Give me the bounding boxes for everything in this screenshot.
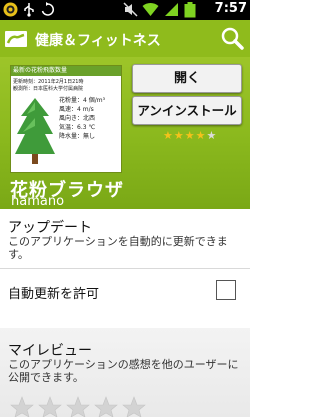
app-detail-panel: 最新の花粉飛散数量 更新時刻：2011年2月1日21時 観測所：日本医科大学付属… — [0, 57, 250, 209]
update-section-title: アップデート — [8, 220, 92, 236]
review-star-rating[interactable] — [10, 396, 150, 417]
screenshot-header: 最新の花粉飛散数量 — [11, 66, 121, 76]
update-section-description: このアプリケーションを自動的に更新できます。 — [8, 235, 228, 261]
stat-wind-direction: 風向き：北西 — [59, 115, 96, 122]
app-screenshot[interactable]: 最新の花粉飛散数量 更新時刻：2011年2月1日21時 観測所：日本医科大学付属… — [10, 65, 122, 173]
auto-update-label[interactable]: 自動更新を許可 — [8, 283, 99, 302]
review-star-icon — [10, 396, 34, 417]
app-header: 健康＆フィットネス — [0, 20, 250, 57]
review-star-icon — [122, 396, 146, 417]
stat-temperature: 気温：6.3 ℃ — [59, 124, 96, 131]
uninstall-button[interactable]: アンインストール — [132, 96, 242, 125]
clock-time: 7:57 — [214, 1, 247, 16]
auto-update-checkbox[interactable] — [216, 280, 236, 300]
stat-pollen: 花粉量：4 個/m³ — [59, 97, 105, 104]
review-star-icon — [66, 396, 90, 417]
stat-wind-speed: 風速：4 m/s — [59, 106, 94, 113]
review-star-icon — [94, 396, 118, 417]
star-icon: ★ — [184, 129, 196, 142]
signal-icon — [165, 3, 178, 16]
fitness-category-icon — [5, 31, 27, 47]
star-icon: ★ — [173, 129, 185, 142]
battery-icon — [184, 2, 196, 18]
stat-precipitation: 降水量：無し — [59, 133, 96, 140]
category-title: 健康＆フィットネス — [35, 33, 161, 49]
app-rating: ★★★★★ — [163, 129, 217, 142]
usb-icon — [24, 3, 34, 17]
sync-icon — [41, 2, 55, 16]
my-review-title: マイレビュー — [8, 343, 92, 359]
star-icon: ★ — [163, 129, 174, 142]
screenshot-date: 更新時刻：2011年2月1日21時 — [13, 79, 84, 85]
open-button[interactable]: 開く — [132, 64, 242, 93]
cedar-tree-icon — [15, 98, 55, 164]
search-icon[interactable] — [219, 25, 245, 51]
my-review-description: このアプリケーションの感想を他のユーザーに公開できます。 — [8, 358, 239, 384]
wifi-icon — [142, 2, 159, 16]
status-bar: 7:57 — [0, 0, 250, 20]
app-developer[interactable]: hamano — [11, 194, 64, 209]
review-star-icon — [38, 396, 62, 417]
star-empty-icon: ★ — [206, 129, 218, 142]
star-icon: ★ — [195, 129, 207, 142]
app-notification-icon — [3, 2, 18, 17]
pollen-stats: 花粉量：4 個/m³ 風速：4 m/s 風向き：北西 気温：6.3 ℃ 降水量：… — [59, 96, 105, 141]
screenshot-place: 観測所：日本医科大学付属病院 — [13, 86, 84, 92]
mute-icon — [123, 2, 138, 17]
divider — [0, 268, 250, 269]
